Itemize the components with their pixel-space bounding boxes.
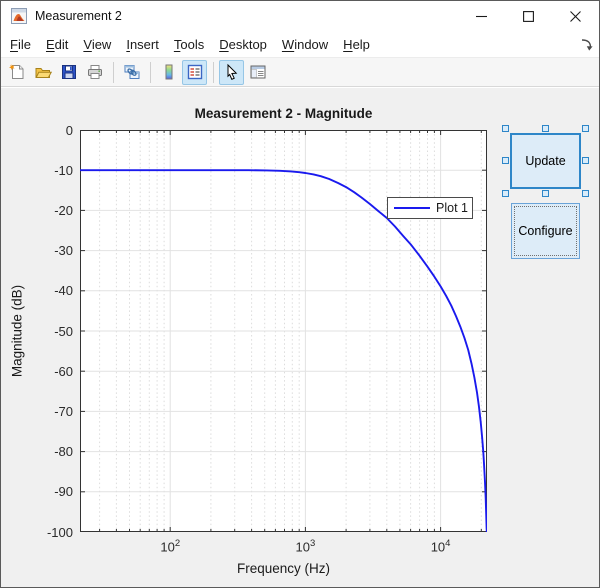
y-tick-label: -100 xyxy=(29,525,73,540)
edit-plot-button[interactable] xyxy=(219,60,244,85)
figure-window: Measurement 2 FileEditViewInsertTool xyxy=(0,0,600,588)
x-tick-label: 104 xyxy=(419,538,463,554)
open-file-button[interactable] xyxy=(30,60,55,85)
link-plot-button[interactable] xyxy=(119,60,144,85)
menu-window[interactable]: Window xyxy=(282,37,328,52)
show-plot-tools-button[interactable] xyxy=(245,60,270,85)
y-tick-label: -70 xyxy=(29,404,73,419)
caption-buttons xyxy=(458,1,599,31)
link-plot-icon xyxy=(123,63,141,81)
close-button[interactable] xyxy=(552,1,599,31)
save-icon xyxy=(60,63,78,81)
axes-svg xyxy=(80,130,487,532)
maximize-button[interactable] xyxy=(505,1,552,31)
legend-box[interactable]: Plot 1 xyxy=(387,197,473,219)
matlab-figure-icon xyxy=(11,8,27,24)
axes-area[interactable] xyxy=(80,130,487,532)
toolbar-separator xyxy=(113,62,114,83)
menu-tools[interactable]: Tools xyxy=(174,37,204,52)
y-tick-label: -30 xyxy=(29,243,73,258)
insert-legend-button[interactable] xyxy=(182,60,207,85)
title-bar[interactable]: Measurement 2 xyxy=(1,1,599,31)
selection-handle[interactable] xyxy=(502,125,509,132)
window-title: Measurement 2 xyxy=(35,1,122,31)
y-tick-label: -90 xyxy=(29,484,73,499)
selection-handle[interactable] xyxy=(582,125,589,132)
y-tick-label: -20 xyxy=(29,203,73,218)
maximize-icon xyxy=(523,11,534,22)
menu-help[interactable]: Help xyxy=(343,37,370,52)
selection-handle[interactable] xyxy=(582,157,589,164)
legend-line-sample xyxy=(394,207,430,209)
y-tick-label: -10 xyxy=(29,163,73,178)
selection-handle[interactable] xyxy=(542,125,549,132)
menu-edit[interactable]: Edit xyxy=(46,37,68,52)
toolbar-separator xyxy=(150,62,151,83)
legend-entry-label: Plot 1 xyxy=(436,201,468,215)
update-button[interactable]: Update xyxy=(510,133,581,189)
open-folder-icon xyxy=(34,63,52,81)
plot-title: Measurement 2 - Magnitude xyxy=(80,106,487,121)
colorbar-icon xyxy=(160,63,178,81)
minimize-icon xyxy=(476,11,487,22)
toolbar-separator xyxy=(213,62,214,83)
new-figure-button[interactable] xyxy=(4,60,29,85)
insert-colorbar-button[interactable] xyxy=(156,60,181,85)
configure-button-label: Configure xyxy=(518,224,572,238)
selection-handle[interactable] xyxy=(502,190,509,197)
x-axis-label: Frequency (Hz) xyxy=(80,561,487,576)
selection-handle[interactable] xyxy=(542,190,549,197)
configure-button[interactable]: Configure xyxy=(511,203,580,259)
minimize-button[interactable] xyxy=(458,1,505,31)
menu-desktop[interactable]: Desktop xyxy=(219,37,267,52)
y-tick-label: -60 xyxy=(29,364,73,379)
legend-icon xyxy=(186,63,204,81)
update-button-label: Update xyxy=(525,154,565,168)
figure-canvas: Measurement 2 - Magnitude Magnitude (dB)… xyxy=(1,88,599,587)
y-tick-label: -80 xyxy=(29,444,73,459)
close-icon xyxy=(570,11,581,22)
print-icon xyxy=(86,63,104,81)
selection-handle[interactable] xyxy=(582,190,589,197)
dock-figure-icon[interactable] xyxy=(580,38,593,51)
x-tick-label: 103 xyxy=(283,538,327,554)
toolbar xyxy=(1,57,599,87)
save-figure-button[interactable] xyxy=(56,60,81,85)
y-axis-label: Magnitude (dB) xyxy=(10,285,25,377)
print-figure-button[interactable] xyxy=(82,60,107,85)
new-document-icon xyxy=(8,63,26,81)
y-tick-label: 0 xyxy=(29,123,73,138)
plot-tools-icon xyxy=(249,63,267,81)
y-tick-label: -40 xyxy=(29,283,73,298)
y-tick-label: -50 xyxy=(29,324,73,339)
selection-handle[interactable] xyxy=(502,157,509,164)
menu-view[interactable]: View xyxy=(83,37,111,52)
arrow-cursor-icon xyxy=(223,63,241,81)
menu-insert[interactable]: Insert xyxy=(126,37,159,52)
x-tick-label: 102 xyxy=(148,538,192,554)
menu-file[interactable]: File xyxy=(10,37,31,52)
menu-bar: File Edit View Insert Tools Desktop Window Help xyxy=(1,31,599,57)
